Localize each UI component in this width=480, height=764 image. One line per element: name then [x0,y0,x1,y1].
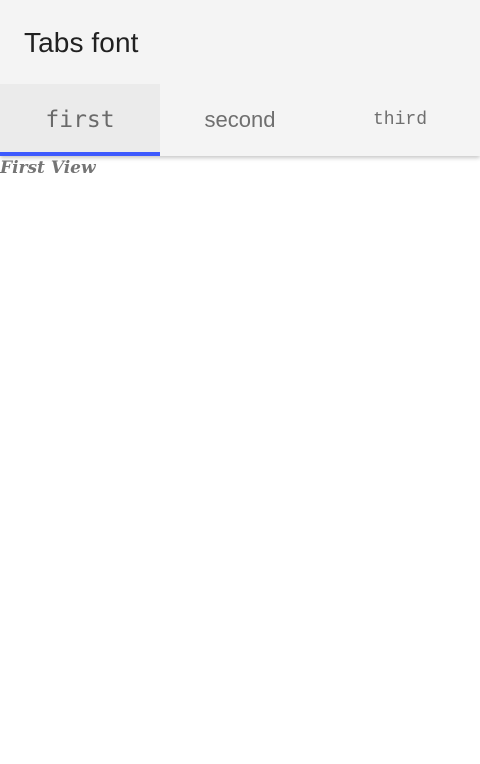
tab-first-label: first [45,107,115,133]
tab-second[interactable]: second [160,84,320,156]
app-title: Tabs font [24,27,139,58]
app-screen: Tabs font first second third First View [0,0,480,764]
tab-third-label: third [372,110,427,130]
action-bar: Tabs font [0,0,480,84]
tab-content: First View [0,156,480,764]
tab-third[interactable]: third [320,84,480,156]
app-header: Tabs font first second third [0,0,480,156]
view-text: First View [0,158,96,178]
tab-second-label: second [204,107,276,132]
selected-tab-indicator [0,152,160,156]
tab-bar: first second third [0,84,480,156]
tab-first[interactable]: first [0,84,160,156]
